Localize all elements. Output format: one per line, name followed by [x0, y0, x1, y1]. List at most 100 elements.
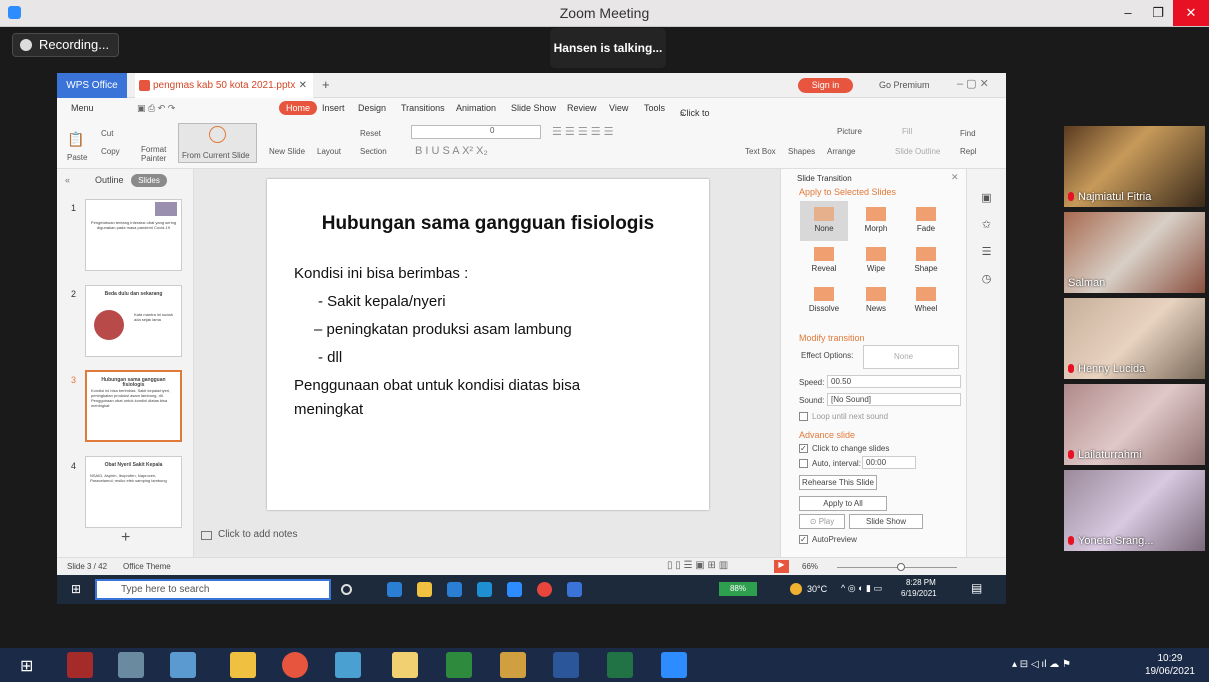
recording-indicator[interactable]: Recording...	[12, 33, 119, 57]
animation-pane-icon[interactable]: ✩	[967, 218, 1006, 231]
apply-to-all-button[interactable]: Apply to All	[799, 496, 887, 511]
go-premium-button[interactable]: Go Premium	[879, 80, 930, 90]
wps-icon[interactable]	[567, 582, 582, 597]
tab-home[interactable]: Home	[279, 101, 318, 115]
tab-wps-office[interactable]: WPS Office	[57, 73, 127, 98]
paste-button[interactable]: Paste	[67, 153, 87, 162]
tab-document[interactable]: pengmas kab 50 kota 2021.pptx ✕	[135, 73, 313, 98]
zoom-app-icon[interactable]	[507, 582, 522, 597]
fill-button[interactable]: Fill	[902, 127, 912, 136]
edge-icon[interactable]	[387, 582, 402, 597]
excel-icon[interactable]	[607, 652, 633, 678]
tab-view[interactable]: View	[609, 103, 628, 113]
kbbi-app-icon[interactable]	[67, 652, 93, 678]
minimize-button[interactable]: –	[1113, 0, 1143, 26]
font-format-icons[interactable]: B I U S A X² X₂	[415, 145, 488, 157]
app-icon[interactable]	[118, 652, 144, 678]
app-icon[interactable]	[335, 652, 361, 678]
system-tray-icons[interactable]: ▴ ⊟ ◁ ıl ☁ ⚑	[1012, 659, 1071, 670]
transition-wipe[interactable]: Wipe	[852, 241, 900, 281]
transition-pane-icon[interactable]: ▣	[967, 191, 1006, 204]
font-size-select[interactable]: 0	[411, 125, 541, 139]
slide-thumbnail-2[interactable]: Beda dulu dan sekarang Kata mantra ini s…	[85, 285, 182, 357]
zoom-slider-thumb[interactable]	[897, 563, 905, 571]
participant-tile[interactable]: Yoneta Srang...	[1064, 470, 1205, 551]
slide-outline-button[interactable]: Slide Outline	[895, 147, 940, 156]
menu-item-menu[interactable]: Menu	[71, 103, 94, 113]
format-painter-button[interactable]: Format Painter	[141, 145, 171, 163]
from-current-slide-button[interactable]: From Current Slide	[178, 123, 257, 163]
participant-tile[interactable]: Salman	[1064, 212, 1205, 293]
shapes-button[interactable]: Shapes	[788, 147, 815, 156]
file-explorer-icon[interactable]	[417, 582, 432, 597]
play-button[interactable]: ⊙ Play	[799, 514, 845, 529]
zoom-taskbar-icon[interactable]	[661, 652, 687, 678]
window-controls-icon[interactable]: – ▢ ✕	[957, 77, 989, 90]
mail-icon[interactable]	[447, 582, 462, 597]
participant-tile[interactable]: Najmiatul Fitria	[1064, 126, 1205, 207]
transition-morph[interactable]: Morph	[852, 201, 900, 241]
word-icon[interactable]	[553, 652, 579, 678]
transition-news[interactable]: News	[852, 281, 900, 321]
collapse-panel-icon[interactable]: «	[65, 175, 70, 185]
current-slide[interactable]: Hubungan sama gangguan fisiologis Kondis…	[267, 179, 709, 510]
transition-shape[interactable]: Shape	[902, 241, 950, 281]
cut-button[interactable]: Cut	[101, 129, 113, 138]
participant-tile[interactable]: Henny Lucida	[1064, 298, 1205, 379]
system-clock[interactable]: 10:29 19/06/2021	[1145, 652, 1195, 678]
file-explorer-icon[interactable]	[392, 652, 418, 678]
transition-reveal[interactable]: Reveal	[800, 241, 848, 281]
slide-thumbnail-4[interactable]: Obat Nyeri/ Sakit Kepala NSAID, Aspirin,…	[85, 456, 182, 528]
notes-area[interactable]: Click to add notes	[201, 528, 761, 548]
find-button[interactable]: Find	[960, 129, 976, 138]
transition-dissolve[interactable]: Dissolve	[800, 281, 848, 321]
effect-options-field[interactable]: None	[863, 345, 959, 369]
folder-icon[interactable]	[230, 652, 256, 678]
arrange-button[interactable]: Arrange	[827, 147, 855, 156]
panel-title[interactable]: Slide Transition	[797, 174, 852, 183]
properties-icon[interactable]: ☰	[967, 245, 1006, 258]
transition-fade[interactable]: Fade	[902, 201, 950, 241]
rehearse-button[interactable]: Rehearse This Slide	[799, 475, 877, 490]
transition-none[interactable]: None	[800, 201, 848, 241]
zoom-level[interactable]: 66%	[802, 562, 818, 571]
text-box-button[interactable]: Text Box	[745, 147, 776, 156]
copy-button[interactable]: Copy	[101, 147, 120, 156]
slide-show-button[interactable]: Slide Show	[849, 514, 923, 529]
tab-animation[interactable]: Animation	[456, 103, 496, 113]
view-mode-icons[interactable]: ▯ ▯ ☰ ▣ ⊞ ▥	[667, 560, 728, 571]
tab-outline[interactable]: Outline	[95, 175, 124, 185]
picture-button[interactable]: Picture	[837, 127, 862, 136]
section-button[interactable]: Section	[360, 147, 387, 156]
tab-tools[interactable]: Tools	[644, 103, 665, 113]
slide-thumbnail-3[interactable]: Hubungan sama gangguan fisiologis Kondis…	[85, 370, 182, 442]
start-icon[interactable]: ⊞	[20, 656, 33, 676]
speed-input[interactable]: 00.50	[827, 375, 961, 388]
windows-start-icon[interactable]: ⊞	[71, 582, 81, 596]
tab-design[interactable]: Design	[358, 103, 386, 113]
tab-transitions[interactable]: Transitions	[401, 103, 445, 113]
tray-icons[interactable]: ^ ◎ ◐ ▮ ▭	[841, 583, 882, 594]
battery-indicator[interactable]: 88%	[719, 582, 757, 596]
cortana-icon[interactable]	[341, 584, 352, 595]
quick-access-icons[interactable]: ▣ ⎙ ↶ ↷	[137, 103, 175, 114]
calculator-icon[interactable]	[446, 652, 472, 678]
transition-wheel[interactable]: Wheel	[902, 281, 950, 321]
notification-icon[interactable]: ▤	[971, 581, 982, 595]
sign-in-button[interactable]: Sign in	[798, 78, 853, 93]
tab-insert[interactable]: Insert	[322, 103, 345, 113]
reset-button[interactable]: Reset	[360, 129, 381, 138]
tab-slides[interactable]: Slides	[131, 174, 167, 187]
tab-slide-show[interactable]: Slide Show	[511, 103, 556, 113]
chrome-icon[interactable]	[282, 652, 308, 678]
chrome-icon[interactable]	[537, 582, 552, 597]
weather-temp[interactable]: 30°C	[807, 584, 827, 594]
loop-checkbox[interactable]	[799, 412, 808, 421]
auto-interval-checkbox[interactable]	[799, 459, 808, 468]
taskbar-search-input[interactable]: Type here to search	[95, 579, 331, 600]
layout-button[interactable]: Layout	[317, 147, 341, 156]
click-to-change-checkbox[interactable]: ✓	[799, 444, 808, 453]
participant-tile[interactable]: Lailaturrahmi	[1064, 384, 1205, 465]
sound-select[interactable]: [No Sound]	[827, 393, 961, 406]
interval-input[interactable]: 00:00	[862, 456, 916, 469]
